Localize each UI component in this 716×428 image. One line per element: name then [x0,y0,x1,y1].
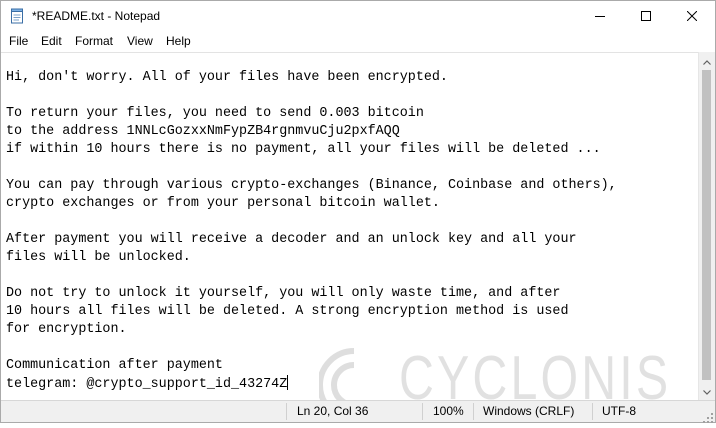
menu-file[interactable]: File [9,34,28,48]
menu-edit[interactable]: Edit [41,34,62,48]
text-line: telegram: @crypto_support_id_43274Z [6,377,288,392]
scroll-up-button[interactable] [699,52,715,69]
status-bar: Ln 20, Col 36 100% Windows (CRLF) UTF-8 [1,400,715,423]
notepad-icon [9,8,25,24]
menu-format[interactable]: Format [75,34,113,48]
text-line: Hi, don't worry. All of your files have … [6,70,448,85]
status-divider [422,403,423,420]
maximize-button[interactable] [623,1,669,31]
text-line: crypto exchanges or from your personal b… [6,196,440,211]
text-line: Communication after payment [6,358,223,373]
text-line: for encryption. [6,322,127,337]
menu-bar: File Edit Format View Help [1,31,715,52]
status-divider [473,403,474,420]
text-editor[interactable]: CYCLONIS Hi, don't worry. All of your fi… [1,52,698,401]
window-title: *README.txt - Notepad [32,9,161,23]
vertical-scrollbar[interactable] [698,52,715,400]
notepad-window: *README.txt - Notepad File Edit Format V… [0,0,716,423]
text-line: if within 10 hours there is no payment, … [6,142,601,157]
title-bar[interactable]: *README.txt - Notepad [1,1,715,31]
chevron-up-icon [703,52,711,70]
text-line: After payment you will receive a decoder… [6,232,577,247]
encoding: UTF-8 [602,404,636,418]
close-icon [687,11,697,21]
menu-view[interactable]: View [127,34,153,48]
close-button[interactable] [669,1,715,31]
maximize-icon [641,11,651,21]
text-line: 10 hours all files will be deleted. A st… [6,304,569,319]
scrollbar-thumb[interactable] [702,70,711,380]
text-line: files will be unlocked. [6,250,191,265]
minimize-icon [595,11,605,21]
minimize-button[interactable] [577,1,623,31]
zoom-level: 100% [433,404,464,418]
text-line: to the address 1NNLcGozxxNmFypZB4rgnmvuC… [6,124,400,139]
menu-help[interactable]: Help [166,34,191,48]
text-line: To return your files, you need to send 0… [6,106,424,121]
cursor-position: Ln 20, Col 36 [297,404,369,418]
text-cursor [287,375,289,390]
document-text: Hi, don't worry. All of your files have … [6,69,617,394]
chevron-down-icon [703,382,711,400]
text-line: Do not try to unlock it yourself, you wi… [6,286,561,301]
resize-grip-icon[interactable] [703,410,713,423]
status-divider [592,403,593,420]
line-ending: Windows (CRLF) [483,404,575,418]
scroll-down-button[interactable] [699,382,715,399]
status-divider [286,403,287,420]
text-line: You can pay through various crypto-excha… [6,178,617,193]
